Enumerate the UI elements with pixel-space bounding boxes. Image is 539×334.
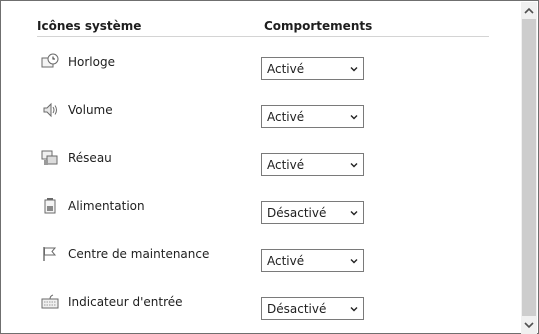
input-indicator-behavior-select[interactable]: Désactivé [261, 297, 364, 320]
scroll-down-button[interactable] [521, 317, 537, 333]
row-label-clock: Horloge [68, 55, 115, 69]
header-divider [37, 36, 489, 37]
column-header-behaviors: Comportements [264, 19, 373, 33]
select-value: Activé [267, 110, 305, 124]
row-label-power: Alimentation [68, 199, 145, 213]
clock-icon [41, 53, 59, 68]
select-value: Activé [267, 254, 305, 268]
select-value: Désactivé [267, 206, 327, 220]
select-value: Activé [267, 158, 305, 172]
chevron-down-icon [350, 307, 358, 312]
column-header-icons: Icônes système [37, 19, 142, 33]
speaker-icon [43, 102, 57, 118]
scroll-thumb[interactable] [522, 19, 536, 316]
row-label-input-indicator: Indicateur d'entrée [68, 295, 183, 309]
vertical-scrollbar[interactable] [521, 2, 537, 334]
network-icon [41, 150, 58, 165]
row-label-volume: Volume [68, 103, 113, 117]
volume-behavior-select[interactable]: Activé [261, 105, 364, 128]
row-label-action-center: Centre de maintenance [68, 247, 210, 261]
keyboard-icon [41, 294, 59, 309]
network-behavior-select[interactable]: Activé [261, 153, 364, 176]
flag-icon [43, 247, 57, 261]
power-behavior-select[interactable]: Désactivé [261, 201, 364, 224]
battery-icon [44, 198, 56, 214]
chevron-down-icon [350, 163, 358, 168]
select-value: Activé [267, 62, 305, 76]
select-value: Désactivé [267, 302, 327, 316]
chevron-down-icon [350, 115, 358, 120]
scroll-up-button[interactable] [521, 3, 537, 19]
system-icons-panel: Icônes système Comportements Horloge Act… [0, 0, 539, 334]
chevron-down-icon [350, 259, 358, 264]
chevron-down-icon [350, 211, 358, 216]
row-label-network: Réseau [68, 151, 112, 165]
chevron-down-icon [350, 67, 358, 72]
action-center-behavior-select[interactable]: Activé [261, 249, 364, 272]
clock-behavior-select[interactable]: Activé [261, 57, 364, 80]
